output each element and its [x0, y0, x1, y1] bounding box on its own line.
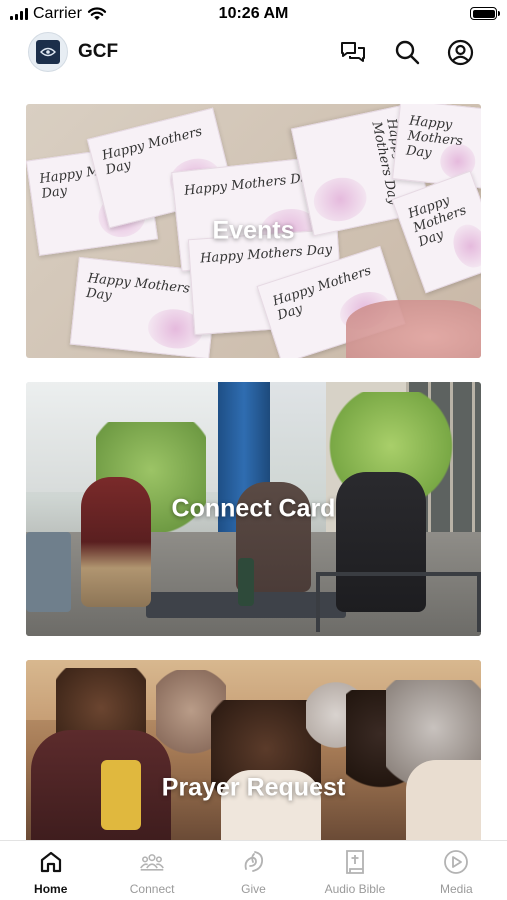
app-header: GCF [0, 30, 507, 76]
nav-label-home: Home [34, 882, 68, 896]
events-card-title: Events [212, 216, 295, 245]
search-icon[interactable] [393, 38, 421, 66]
events-card[interactable]: Happy Mothers Day Happy Mothers Day Happ… [26, 104, 481, 358]
nav-give[interactable]: Give [203, 841, 304, 900]
prayer-card-image [26, 660, 481, 840]
logo-mark [36, 40, 60, 64]
nav-label-connect: Connect [129, 882, 175, 896]
nav-label-give: Give [241, 882, 266, 896]
status-bar: Carrier 10:26 AM [0, 0, 507, 28]
nav-home[interactable]: Home [0, 841, 101, 900]
nav-connect[interactable]: Connect [101, 841, 202, 900]
people-icon [139, 849, 165, 875]
clock: 10:26 AM [218, 5, 289, 22]
connect-card-title: Connect Card [171, 494, 336, 523]
prayer-request-card-title: Prayer Request [161, 773, 346, 802]
nav-label-media: Media [439, 882, 473, 896]
give-icon [241, 849, 267, 875]
nav-label-audio-bible: Audio Bible [324, 882, 386, 896]
prayer-request-card[interactable]: Prayer Request [26, 660, 481, 840]
play-icon [443, 849, 469, 875]
bible-icon [342, 849, 368, 875]
battery-icon [470, 7, 500, 20]
nav-audio-bible[interactable]: Audio Bible [304, 841, 405, 900]
church-logo[interactable] [28, 32, 68, 72]
home-icon [38, 849, 64, 875]
connect-card[interactable]: Connect Card [26, 382, 481, 636]
app-title: GCF [78, 41, 119, 62]
nav-media[interactable]: Media [406, 841, 507, 900]
account-icon[interactable] [446, 38, 474, 66]
bottom-nav: Home Connect Give Audio Bible Media [0, 840, 507, 900]
chat-icon[interactable] [339, 38, 367, 66]
